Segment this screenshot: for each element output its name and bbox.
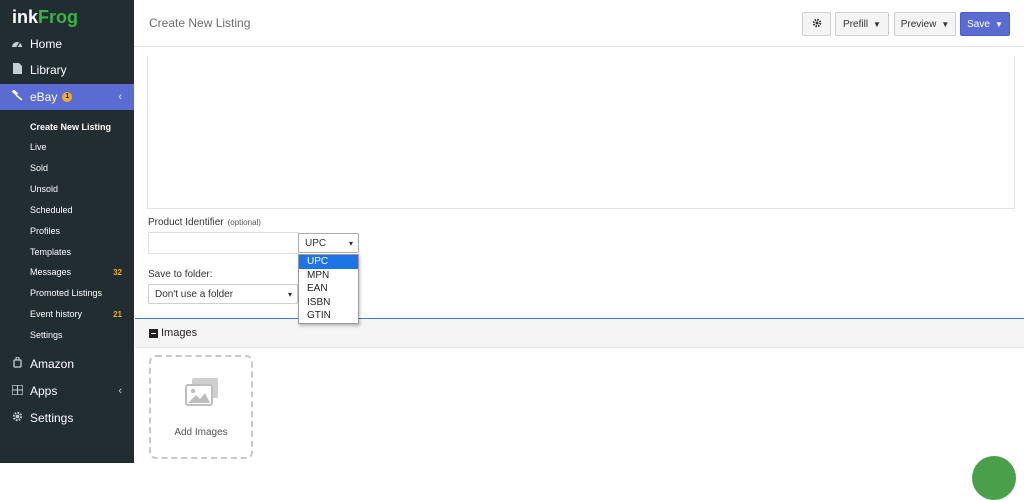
identifier-type-selected: UPC xyxy=(305,237,327,249)
sidebar-subitem-messages[interactable]: Messages 32 xyxy=(0,262,134,282)
sidebar-item-ebay[interactable]: eBay 1 ‹ xyxy=(0,84,134,110)
dropdown-option-isbn[interactable]: ISBN xyxy=(299,296,358,310)
images-icon xyxy=(185,378,218,406)
caret-down-icon: ▼ xyxy=(994,19,1003,29)
chevron-down-icon: ▾ xyxy=(348,238,353,248)
settings-button[interactable] xyxy=(802,12,831,36)
dropdown-option-mpn[interactable]: MPN xyxy=(299,269,358,283)
sidebar-subitem-label: Promoted Listings xyxy=(30,288,103,298)
sidebar-subitem-create-new-listing[interactable]: Create New Listing xyxy=(0,117,134,137)
save-button-label: Save xyxy=(967,18,990,30)
chevron-left-icon: ‹ xyxy=(118,91,122,103)
sidebar-item-library[interactable]: Library xyxy=(0,57,134,83)
logo-frog-text: Frog xyxy=(38,7,79,27)
sidebar-subitem-label: Create New Listing xyxy=(30,122,112,132)
apps-icon xyxy=(10,383,24,398)
prefill-button-label: Prefill xyxy=(843,18,869,30)
sidebar-subitem-label: Sold xyxy=(30,163,49,173)
event-history-count-badge: 21 xyxy=(113,309,122,319)
optional-hint: (optional) xyxy=(227,218,261,227)
gear-icon xyxy=(812,18,822,31)
save-to-folder-selected: Don't use a folder xyxy=(155,288,234,300)
sidebar-item-settings[interactable]: Settings xyxy=(0,405,134,431)
sidebar-item-label: Home xyxy=(30,37,63,51)
images-section-title[interactable]: Images xyxy=(149,327,197,339)
sidebar-item-amazon[interactable]: Amazon xyxy=(0,351,134,377)
sidebar-subitem-profiles[interactable]: Profiles xyxy=(0,221,134,241)
sidebar-subitem-unsold[interactable]: Unsold xyxy=(0,179,134,199)
save-to-folder-select[interactable]: Don't use a folder ▾ xyxy=(148,284,298,304)
images-section-header[interactable]: Images xyxy=(135,319,1024,348)
caret-down-icon: ▼ xyxy=(941,19,950,29)
chevron-left-icon: ‹ xyxy=(118,385,122,397)
sidebar: inkFrog Home Library eBay 1 ‹ Create New… xyxy=(0,0,134,463)
images-section-title-text: Images xyxy=(161,327,198,339)
sidebar-subitem-live[interactable]: Live xyxy=(0,137,134,157)
identifier-type-select[interactable]: UPC ▾ xyxy=(298,233,359,253)
sidebar-subitem-label: Unsold xyxy=(30,184,59,194)
save-button[interactable]: Save ▼ xyxy=(960,12,1010,36)
sidebar-subitem-label: Scheduled xyxy=(30,205,73,215)
product-identifier-label-text: Product Identifier xyxy=(148,217,224,228)
sidebar-subitem-label: Messages xyxy=(30,267,72,277)
save-to-folder-label: Save to folder: xyxy=(148,269,213,280)
sidebar-subitem-templates[interactable]: Templates xyxy=(0,242,134,262)
add-images-dropzone[interactable]: Add Images xyxy=(149,355,253,459)
logo-ink-text: ink xyxy=(12,7,39,27)
sidebar-item-label: Library xyxy=(30,63,67,77)
sidebar-subitem-label: Templates xyxy=(30,247,72,257)
chevron-down-icon: ▾ xyxy=(287,289,292,299)
identifier-type-dropdown-list[interactable]: UPC MPN EAN ISBN GTIN xyxy=(298,254,359,324)
dropdown-option-gtin[interactable]: GTIN xyxy=(299,309,358,323)
dropdown-option-upc[interactable]: UPC xyxy=(299,255,358,269)
sidebar-subitem-label: Live xyxy=(30,142,47,152)
sidebar-subitem-sold[interactable]: Sold xyxy=(0,158,134,178)
inkfrog-logo[interactable]: inkFrog xyxy=(12,4,78,30)
prefill-button[interactable]: Prefill ▼ xyxy=(835,12,889,36)
preview-button[interactable]: Preview ▼ xyxy=(894,12,956,36)
header-bar: Create New Listing Prefill ▼ Preview ▼ Sav… xyxy=(134,0,1024,47)
gear-icon xyxy=(10,411,24,425)
product-identifier-label: Product Identifier (optional) xyxy=(148,217,261,228)
product-identifier-input[interactable] xyxy=(148,232,299,254)
sidebar-item-label: Apps xyxy=(30,384,58,398)
add-images-label: Add Images xyxy=(174,427,228,438)
sidebar-item-label: Amazon xyxy=(30,357,75,371)
sidebar-item-label: Settings xyxy=(30,411,74,425)
sidebar-item-label: eBay xyxy=(30,90,58,104)
sidebar-subitem-label: Profiles xyxy=(30,226,61,236)
sidebar-subitem-promoted-listings[interactable]: Promoted Listings xyxy=(0,283,134,303)
sidebar-item-home[interactable]: Home xyxy=(0,31,134,57)
dropdown-option-ean[interactable]: EAN xyxy=(299,282,358,296)
preview-button-label: Preview xyxy=(900,18,937,30)
sidebar-subitem-label: Event history xyxy=(30,309,83,319)
description-editor[interactable] xyxy=(147,56,1015,209)
sidebar-item-apps[interactable]: Apps ‹ xyxy=(0,378,134,404)
gavel-icon xyxy=(10,89,24,104)
sidebar-subitem-label: Settings xyxy=(30,330,63,340)
sidebar-subitem-scheduled[interactable]: Scheduled xyxy=(0,200,134,220)
amazon-icon xyxy=(10,356,24,371)
page-title: Create New Listing xyxy=(149,16,251,30)
dashboard-icon xyxy=(10,38,24,51)
caret-down-icon: ▼ xyxy=(873,19,881,29)
messages-count-badge: 32 xyxy=(113,267,122,277)
file-icon xyxy=(10,63,24,77)
collapse-icon[interactable] xyxy=(149,328,158,338)
notification-badge: 1 xyxy=(62,92,73,102)
sidebar-subitem-settings[interactable]: Settings xyxy=(0,325,134,345)
sidebar-subitem-event-history[interactable]: Event history 21 xyxy=(0,304,134,324)
